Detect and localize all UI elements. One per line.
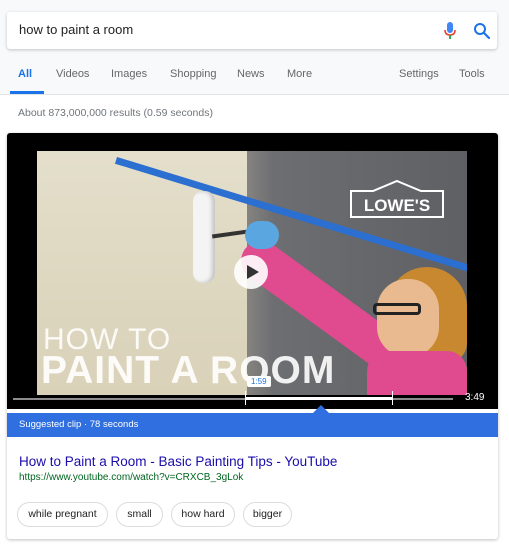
play-button[interactable] — [234, 255, 268, 289]
suggested-clip-bar[interactable]: Suggested clip · 78 seconds — [7, 413, 498, 437]
chip-small[interactable]: small — [116, 502, 163, 527]
clip-end-marker — [392, 391, 393, 405]
tab-shopping[interactable]: Shopping — [170, 68, 217, 80]
suggested-clip-label: Suggested clip · 78 seconds — [19, 419, 139, 430]
result-url: https://www.youtube.com/watch?v=CRXCB_3g… — [19, 472, 244, 483]
thumbnail-face — [377, 279, 439, 357]
logo-text: LOWE'S — [364, 196, 430, 215]
clip-start-marker — [245, 391, 246, 405]
tab-images[interactable]: Images — [111, 68, 147, 80]
lowes-logo: LOWE'S — [350, 179, 444, 218]
chip-bigger[interactable]: bigger — [243, 502, 292, 527]
search-input[interactable]: how to paint a room — [19, 22, 399, 37]
search-box[interactable]: how to paint a room — [7, 12, 497, 49]
active-tab-indicator — [10, 91, 44, 94]
tab-settings[interactable]: Settings — [399, 68, 439, 80]
tab-videos[interactable]: Videos — [56, 68, 89, 80]
video-title-overlay-line2: PAINT A ROOM — [41, 349, 336, 392]
tab-news[interactable]: News — [237, 68, 265, 80]
result-title-link[interactable]: How to Paint a Room - Basic Painting Tip… — [19, 454, 337, 469]
thumbnail-glove — [245, 221, 279, 249]
search-header: how to paint a room All Videos Images Sh… — [0, 0, 509, 95]
suggested-clip-segment[interactable] — [245, 397, 392, 400]
microphone-icon[interactable] — [443, 22, 457, 40]
thumbnail-torso — [367, 351, 467, 395]
search-tabs: All Videos Images Shopping News More Set… — [0, 62, 509, 95]
tab-more[interactable]: More — [287, 68, 312, 80]
video-player[interactable]: LOWE'S HOW TO PAINT A ROOM 1:59 3:49 — [7, 133, 498, 409]
chip-while-pregnant[interactable]: while pregnant — [17, 502, 108, 527]
result-stats: About 873,000,000 results (0.59 seconds) — [18, 107, 213, 119]
tab-tools[interactable]: Tools — [459, 68, 485, 80]
clip-timestamp: 1:59 — [247, 376, 271, 387]
chip-how-hard[interactable]: how hard — [171, 502, 235, 527]
search-icon[interactable] — [473, 22, 491, 40]
featured-video-card: LOWE'S HOW TO PAINT A ROOM 1:59 3:49 Sug… — [7, 133, 498, 539]
suggested-clip-pointer — [313, 405, 329, 413]
tab-all[interactable]: All — [18, 68, 32, 80]
thumbnail-glasses — [373, 303, 421, 315]
video-duration: 3:49 — [465, 392, 485, 403]
